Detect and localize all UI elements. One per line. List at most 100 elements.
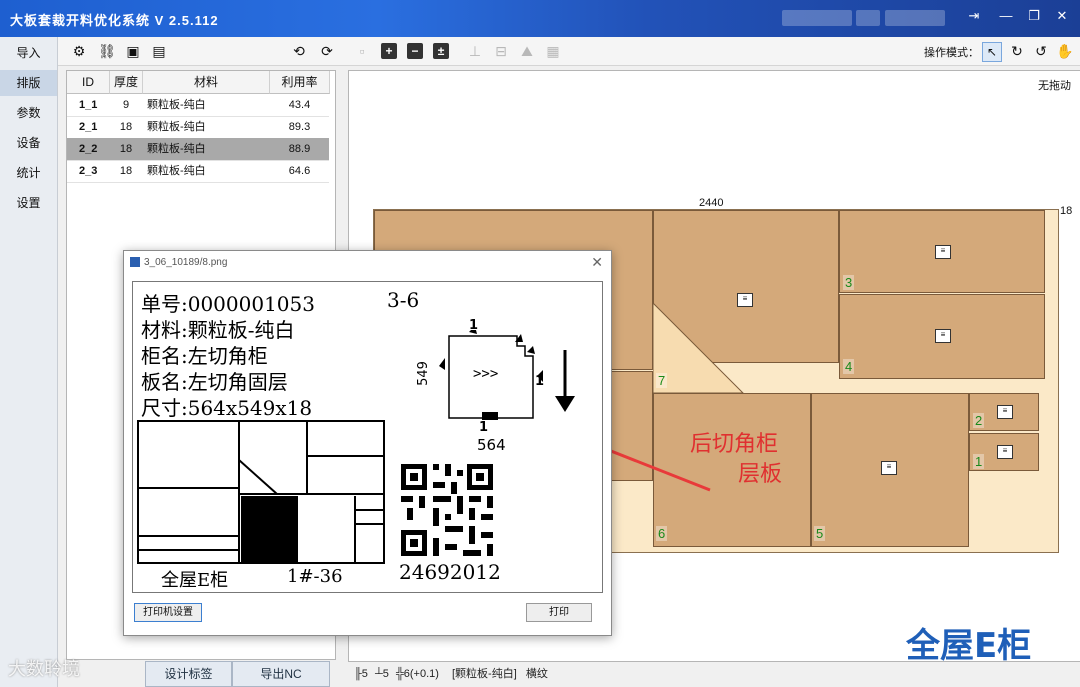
- sheet-width-label: 2440: [699, 197, 724, 209]
- nav-settings[interactable]: 设置: [0, 190, 57, 216]
- part-number: 5: [814, 526, 826, 541]
- save-icon[interactable]: ▫: [353, 42, 371, 60]
- cell-thickness: 18: [119, 143, 133, 155]
- table-row[interactable]: 2_2 18 颗粒板-纯白 88.9: [67, 138, 329, 161]
- col-header-id[interactable]: ID: [67, 71, 110, 94]
- rotate-icon[interactable]: ↺: [1032, 42, 1050, 60]
- col-header-thickness[interactable]: 厚度: [110, 71, 143, 94]
- tool2-icon[interactable]: ⊟: [492, 42, 510, 60]
- sheet-layout-diagram: [137, 420, 385, 564]
- nav-params[interactable]: 参数: [0, 100, 57, 126]
- label-preview-dialog: 3_06_10189/8.png ✕ 单号:0000001053 3-6 材料:…: [123, 250, 612, 636]
- tool1-icon[interactable]: ⊥: [466, 42, 484, 60]
- add-icon[interactable]: +: [381, 43, 397, 59]
- label-icon: ≡: [935, 329, 951, 343]
- part-number: 7: [656, 373, 668, 388]
- board-name: 板名:左切角固层: [141, 370, 288, 394]
- image-icon[interactable]: ▣: [124, 42, 142, 60]
- nav-device[interactable]: 设备: [0, 130, 57, 156]
- minimize-icon[interactable]: —: [992, 4, 1020, 28]
- label-icon: ≡: [737, 293, 753, 307]
- status-value: 6(+0.1): [403, 668, 439, 680]
- cell-material: 颗粒板-纯白: [147, 143, 206, 155]
- callout-text: 后切角柜 层板: [690, 430, 782, 490]
- status-value: 5: [382, 668, 389, 680]
- hand-icon[interactable]: ✋: [1056, 42, 1074, 60]
- batch-number: 1#-36: [287, 566, 343, 587]
- size-text: 尺寸:564x549x18: [141, 396, 313, 420]
- cell-id: 1_1: [79, 99, 98, 111]
- dim-width: 564: [477, 436, 506, 454]
- design-label-button[interactable]: 设计标签: [145, 661, 232, 687]
- exit-icon[interactable]: ⇥: [960, 4, 988, 28]
- left-nav: 导入 排版 参数 设备 统计 设置: [0, 37, 58, 687]
- cell-material: 颗粒板-纯白: [147, 99, 206, 111]
- remove-icon[interactable]: −: [407, 43, 423, 59]
- part-number: 4: [843, 359, 855, 374]
- cell-material: 颗粒板-纯白: [147, 121, 206, 133]
- rotate-left-icon[interactable]: ⟲: [290, 42, 308, 60]
- status-grain: 横纹: [525, 668, 548, 680]
- sheet-height-label: 18: [1060, 205, 1073, 217]
- dim-right: 1: [535, 374, 545, 389]
- rotate-right-icon[interactable]: ⟳: [318, 42, 336, 60]
- watermark: 大数聆境: [8, 659, 80, 679]
- label-icon[interactable]: ▤: [150, 42, 168, 60]
- tool4-icon[interactable]: ▦: [544, 42, 562, 60]
- cell-thickness: 18: [119, 165, 133, 177]
- nav-layout[interactable]: 排版: [0, 70, 57, 96]
- app-title: 大板套裁开料优化系统 V 2.5.112: [10, 13, 219, 28]
- part-code: 3-6: [387, 288, 420, 312]
- nav-stats[interactable]: 统计: [0, 160, 57, 186]
- cell-id: 2_3: [79, 165, 98, 177]
- qr-code: [399, 462, 495, 558]
- dim-top: 1: [469, 318, 479, 333]
- print-button[interactable]: 打印: [526, 603, 592, 622]
- close-icon[interactable]: ✕: [591, 254, 603, 271]
- link-icon[interactable]: ⛓: [98, 42, 116, 60]
- part-number: 3: [843, 275, 855, 290]
- restore-icon[interactable]: ❐: [1020, 4, 1048, 28]
- cell-rate: 89.3: [288, 121, 311, 133]
- cabinet-name: 柜名:左切角柜: [141, 344, 268, 368]
- mode-label: 操作模式：: [924, 47, 979, 59]
- account-info: [856, 10, 880, 26]
- col-header-material[interactable]: 材料: [143, 71, 270, 94]
- barcode-number: 24692012: [399, 560, 501, 584]
- label-sheet: 单号:0000001053 3-6 材料:颗粒板-纯白 柜名:左切角柜 板名:左…: [132, 281, 603, 593]
- label-icon: ≡: [935, 245, 951, 259]
- account-info: [885, 10, 945, 26]
- cell-rate: 43.4: [288, 99, 311, 111]
- corner-cut-part[interactable]: [653, 303, 811, 393]
- export-nc-button[interactable]: 导出NC: [232, 661, 330, 687]
- table-row[interactable]: 2_1 18 颗粒板-纯白 89.3: [67, 116, 329, 139]
- callout-line: 层板: [738, 462, 783, 487]
- cell-rate: 64.6: [288, 165, 311, 177]
- part-number: 2: [973, 413, 985, 428]
- gear-icon[interactable]: ⚙: [70, 42, 88, 60]
- table-row[interactable]: 2_3 18 颗粒板-纯白 64.6: [67, 160, 329, 183]
- nav-import[interactable]: 导入: [0, 40, 57, 66]
- part-number: 1: [973, 454, 985, 469]
- tool3-icon[interactable]: ⛰: [518, 42, 536, 60]
- status-value: 5: [361, 668, 368, 680]
- toolbar: ⚙ ⛓ ▣ ▤ ⟲ ⟳ ▫ + − ± ⊥ ⊟ ⛰ ▦ 操作模式： ↖ ↻ ↺ …: [58, 37, 1080, 66]
- dim-left: 549: [415, 361, 431, 386]
- pointer-icon[interactable]: ↖: [982, 42, 1002, 62]
- refresh-icon[interactable]: ↻: [1008, 42, 1026, 60]
- cell-rate: 88.9: [288, 143, 311, 155]
- label-icon: ≡: [881, 461, 897, 475]
- printer-settings-button[interactable]: 打印机设置: [134, 603, 202, 622]
- status-icon: ╟: [354, 668, 362, 680]
- drag-status: 无拖动: [1038, 80, 1071, 92]
- table-row[interactable]: 1_1 9 颗粒板-纯白 43.4: [67, 94, 329, 117]
- account-info: [782, 10, 852, 26]
- status-icon: ╬: [395, 668, 404, 680]
- material-text: 材料:颗粒板-纯白: [141, 318, 295, 342]
- plus-box-icon[interactable]: ±: [433, 43, 449, 59]
- col-header-rate[interactable]: 利用率: [270, 71, 330, 94]
- label-brand: 全屋E柜: [161, 570, 229, 591]
- cell-thickness: 9: [122, 99, 130, 111]
- dialog-title: 3_06_10189/8.png: [144, 257, 228, 268]
- close-icon[interactable]: ✕: [1048, 4, 1076, 28]
